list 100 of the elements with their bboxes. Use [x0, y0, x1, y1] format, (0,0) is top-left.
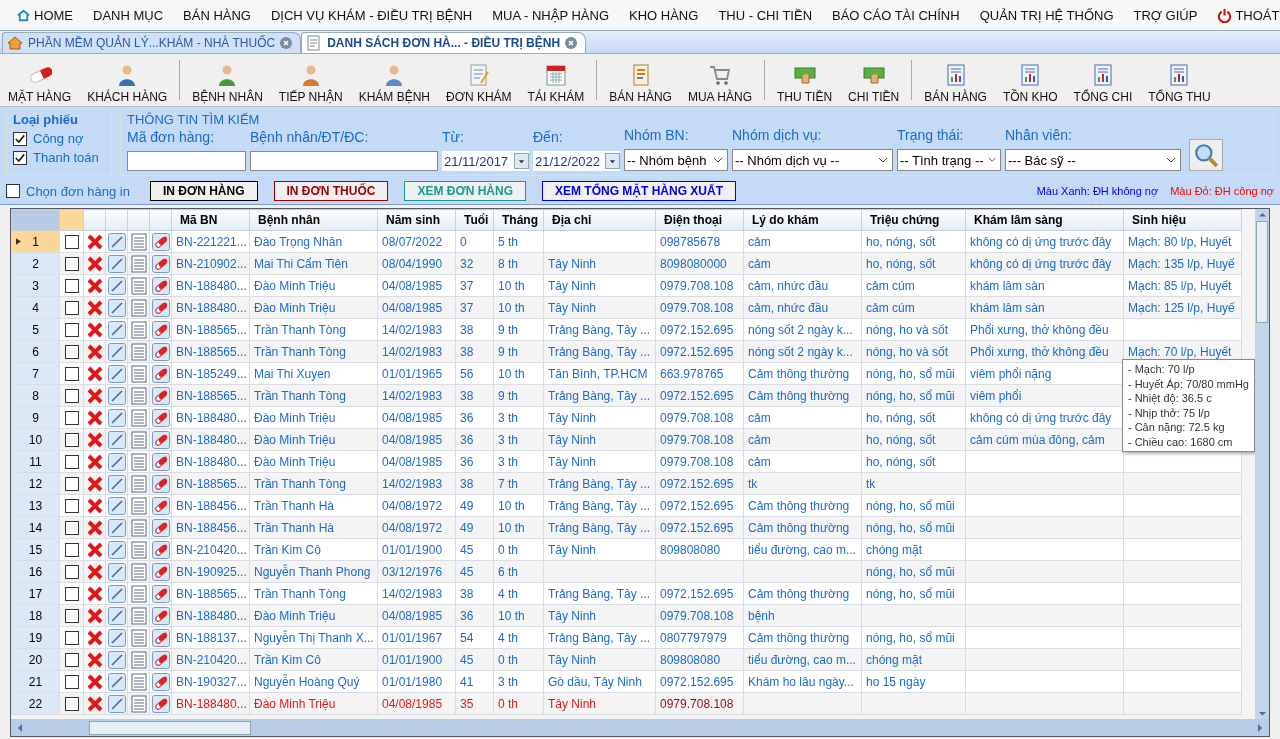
delete-icon[interactable] — [85, 584, 104, 603]
row-header[interactable]: 18 — [11, 604, 60, 627]
row-header[interactable]: 1 — [11, 230, 60, 253]
document-tab[interactable]: PHẦN MỀM QUẢN LÝ...KHÁM - NHÀ THUỐC — [2, 32, 302, 53]
pencil-icon[interactable] — [107, 232, 126, 251]
input-field[interactable] — [127, 151, 246, 171]
pencil-icon[interactable] — [107, 562, 126, 581]
toolbar-button[interactable]: BÁN HÀNG — [916, 56, 995, 104]
delete-icon[interactable] — [85, 628, 104, 647]
menu-item[interactable]: BÁO CÁO TÀI CHÍNH — [822, 7, 970, 23]
row-header[interactable]: 17 — [11, 582, 60, 605]
row-header[interactable]: 11 — [11, 450, 60, 473]
delete-icon[interactable] — [85, 606, 104, 625]
scroll-up-icon[interactable] — [1257, 212, 1267, 218]
pencil-icon[interactable] — [107, 496, 126, 515]
toolbar-button[interactable]: THU TIỀN — [768, 56, 841, 104]
pencil-icon[interactable] — [107, 518, 126, 537]
delete-icon[interactable] — [85, 650, 104, 669]
pencil-icon[interactable] — [107, 342, 126, 361]
menu-item[interactable]: THOÁT — [1207, 7, 1280, 23]
dropdown[interactable]: -- Nhóm bệnh — [624, 149, 728, 171]
delete-icon[interactable] — [85, 386, 104, 405]
checkbox[interactable] — [64, 564, 79, 579]
checkbox[interactable] — [64, 256, 79, 271]
checkbox[interactable] — [64, 630, 79, 645]
vertical-scrollbar[interactable] — [1255, 209, 1269, 719]
row-header[interactable]: 15 — [11, 538, 60, 561]
menu-item[interactable]: DANH MỤC — [83, 7, 174, 23]
checkbox[interactable] — [64, 454, 79, 469]
toolbar-button[interactable]: BỆNH NHÂN — [184, 56, 271, 104]
chevron-down-icon[interactable] — [987, 157, 996, 163]
capsule-icon[interactable] — [151, 430, 170, 449]
delete-icon[interactable] — [85, 562, 104, 581]
pencil-icon[interactable] — [107, 408, 126, 427]
column-header[interactable]: Điện thoại — [655, 209, 744, 231]
row-header[interactable]: 7 — [11, 362, 60, 385]
checkbox[interactable] — [64, 344, 79, 359]
delete-icon[interactable] — [85, 452, 104, 471]
delete-icon[interactable] — [85, 342, 104, 361]
capsule-icon[interactable] — [151, 474, 170, 493]
pencil-icon[interactable] — [107, 364, 126, 383]
menu-item[interactable]: HOME — [6, 7, 83, 23]
menu-item[interactable]: DỊCH VỤ KHÁM - ĐIỀU TRỊ BỆNH — [260, 7, 483, 23]
row-header[interactable]: 8 — [11, 384, 60, 407]
menu-item[interactable]: KHO HÀNG — [619, 7, 709, 23]
checkbox[interactable] — [64, 542, 79, 557]
column-header[interactable]: Địa chỉ — [543, 209, 656, 231]
column-header[interactable]: Mã BN — [171, 209, 250, 231]
column-header[interactable]: Tháng — [493, 209, 544, 231]
capsule-icon[interactable] — [151, 342, 170, 361]
column-header[interactable]: Lý do khám — [743, 209, 862, 231]
capsule-icon[interactable] — [151, 540, 170, 559]
toolbar-button[interactable]: MẶT HÀNG — [0, 56, 80, 104]
pencil-icon[interactable] — [107, 584, 126, 603]
dropdown[interactable]: -- Tình trạng -- — [897, 149, 1001, 171]
menu-item[interactable]: MUA - NHẬP HÀNG — [482, 7, 620, 23]
delete-icon[interactable] — [85, 408, 104, 427]
row-header[interactable]: 4 — [11, 296, 60, 319]
capsule-icon[interactable] — [151, 386, 170, 405]
scroll-right-icon[interactable] — [1257, 722, 1263, 733]
capsule-icon[interactable] — [151, 320, 170, 339]
row-header[interactable]: 5 — [11, 318, 60, 341]
row-header[interactable]: 22 — [11, 692, 60, 715]
column-header[interactable]: Sinh hiệu — [1123, 209, 1242, 231]
capsule-icon[interactable] — [151, 452, 170, 471]
delete-icon[interactable] — [85, 430, 104, 449]
checkbox[interactable] — [64, 432, 79, 447]
toolbar-button[interactable]: TÁI KHÁM — [519, 56, 593, 104]
row-header[interactable]: 16 — [11, 560, 60, 583]
column-header[interactable]: Năm sinh — [377, 209, 456, 231]
row-header[interactable]: 12 — [11, 472, 60, 495]
close-icon[interactable] — [280, 37, 293, 49]
checkbox[interactable] — [64, 652, 79, 667]
delete-icon[interactable] — [85, 254, 104, 273]
capsule-icon[interactable] — [151, 496, 170, 515]
delete-icon[interactable] — [85, 320, 104, 339]
delete-icon[interactable] — [85, 298, 104, 317]
checkbox[interactable] — [64, 520, 79, 535]
capsule-icon[interactable] — [151, 672, 170, 691]
toolbar-button[interactable]: TỔNG THU — [1140, 56, 1219, 104]
checkbox[interactable] — [64, 696, 79, 711]
column-header[interactable]: Tuổi — [455, 209, 494, 231]
row-header[interactable]: 9 — [11, 406, 60, 429]
pencil-icon[interactable] — [107, 474, 126, 493]
pencil-icon[interactable] — [107, 672, 126, 691]
column-header[interactable]: Triệu chứng — [861, 209, 966, 231]
capsule-icon[interactable] — [151, 606, 170, 625]
delete-icon[interactable] — [85, 694, 104, 713]
pencil-icon[interactable] — [107, 320, 126, 339]
action-button[interactable]: IN ĐƠN THUỐC — [273, 181, 389, 201]
checkbox[interactable] — [64, 674, 79, 689]
toolbar-button[interactable]: TỔNG CHI — [1065, 56, 1141, 104]
pencil-icon[interactable] — [107, 276, 126, 295]
capsule-icon[interactable] — [151, 364, 170, 383]
toolbar-button[interactable]: MUA HÀNG — [679, 56, 760, 104]
pencil-icon[interactable] — [107, 298, 126, 317]
toolbar-button[interactable]: TỒN KHO — [994, 56, 1066, 104]
pencil-icon[interactable] — [107, 694, 126, 713]
toolbar-button[interactable]: TIẾP NHẬN — [270, 56, 351, 104]
pencil-icon[interactable] — [107, 650, 126, 669]
